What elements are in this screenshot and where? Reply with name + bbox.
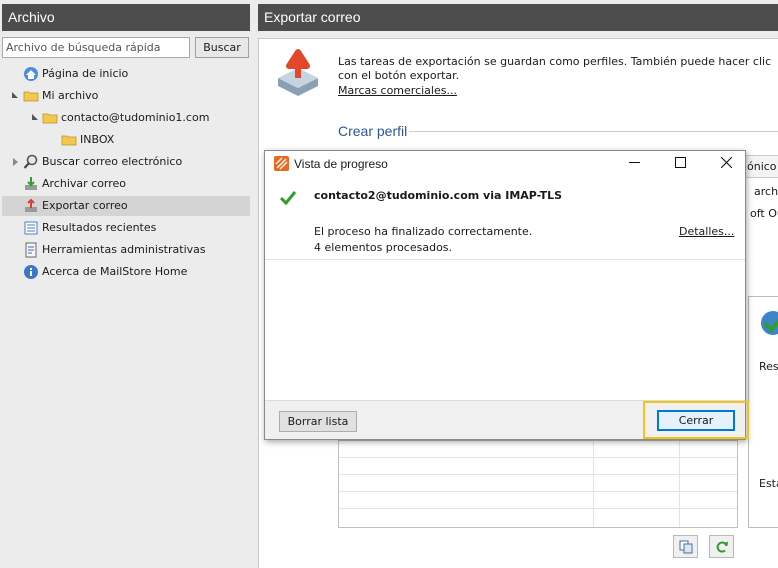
folder-icon — [23, 91, 39, 102]
success-check-icon — [280, 191, 296, 205]
expand-arrow-icon[interactable] — [12, 92, 18, 98]
close-window-button[interactable] — [703, 151, 749, 175]
clear-list-button[interactable]: Borrar lista — [279, 411, 357, 432]
progress-dialog: Vista de progreso contacto2@tudominio.co… — [264, 150, 749, 440]
sidebar-item-label: Mi archivo — [42, 89, 99, 102]
background-text: oft Ou — [750, 207, 778, 220]
sidebar-item-label: Acerca de MailStore Home — [42, 265, 188, 278]
page-title: Exportar correo — [258, 4, 778, 31]
expand-arrow-icon[interactable] — [13, 158, 18, 166]
globe-check-icon — [761, 311, 778, 335]
sidebar-item-label: Resultados recientes — [42, 221, 157, 234]
archive-mail-icon — [25, 177, 37, 190]
results-list-icon — [24, 221, 38, 235]
home-icon — [24, 67, 38, 81]
sidebar-item-label: Página de inicio — [42, 67, 129, 80]
background-text: archiv — [754, 185, 778, 198]
sidebar-item-label: Herramientas administrativas — [42, 243, 206, 256]
background-info-box: Res Esta — [748, 296, 778, 528]
background-tab-label: ónico — [747, 160, 777, 173]
details-link[interactable]: Detalles... — [679, 225, 734, 238]
info-text: Las tareas de exportación se guardan com… — [338, 55, 772, 82]
copy-icon — [679, 540, 693, 554]
refresh-icon — [716, 541, 728, 553]
info-icon — [24, 265, 38, 279]
sidebar-item-recent-results[interactable]: Resultados recientes — [2, 218, 250, 238]
quick-search-input[interactable] — [2, 37, 190, 58]
trademarks-link[interactable]: Marcas comerciales... — [338, 84, 457, 97]
sidebar-item-label: Buscar correo electrónico — [42, 155, 183, 168]
folder-icon — [61, 135, 77, 146]
sidebar-item-archive-mail[interactable]: Archivar correo — [2, 174, 250, 194]
profiles-table — [338, 440, 738, 528]
close-button[interactable]: Cerrar — [657, 410, 735, 431]
create-profile-heading: Crear perfil — [338, 123, 408, 139]
sidebar-item-label: contacto@tudominio1.com — [61, 111, 210, 124]
section-divider — [409, 131, 778, 132]
dialog-title: Vista de progreso — [294, 157, 388, 171]
close-icon — [721, 157, 732, 168]
sidebar-item-label: Exportar correo — [42, 199, 128, 212]
minimize-button[interactable] — [611, 151, 657, 175]
dialog-footer: Borrar lista Cerrar — [265, 400, 749, 439]
sidebar-item-label: Archivar correo — [42, 177, 127, 190]
sidebar-item-my-archive[interactable]: Mi archivo — [2, 86, 250, 106]
sidebar-header: Archivo — [2, 4, 250, 31]
background-text: Res — [759, 360, 778, 373]
maximize-button[interactable] — [657, 151, 703, 175]
sidebar-item-search-mail[interactable]: Buscar correo electrónico — [2, 152, 250, 172]
result-message: El proceso ha finalizado correctamente. — [314, 225, 533, 238]
dialog-divider — [265, 259, 745, 260]
admin-tools-icon — [25, 242, 37, 258]
refresh-button[interactable] — [709, 535, 734, 558]
app-logo-icon — [274, 156, 289, 171]
maximize-icon — [675, 157, 686, 168]
close-button-highlight: Cerrar — [643, 401, 749, 439]
background-text: Esta — [759, 477, 778, 490]
export-mail-icon — [25, 198, 37, 212]
export-large-icon — [278, 49, 318, 96]
folder-icon — [42, 113, 58, 124]
sidebar-item-home[interactable]: Página de inicio — [2, 64, 250, 84]
search-button[interactable]: Buscar — [195, 37, 249, 58]
sidebar-item-inbox[interactable]: INBOX — [2, 130, 250, 150]
sidebar-item-account[interactable]: contacto@tudominio1.com — [2, 108, 250, 128]
sidebar-item-label: INBOX — [80, 133, 115, 146]
sidebar-item-export-mail[interactable]: Exportar correo — [2, 196, 250, 216]
magnifier-icon — [23, 154, 38, 169]
sidebar-item-about[interactable]: Acerca de MailStore Home — [2, 262, 250, 282]
sidebar-item-admin-tools[interactable]: Herramientas administrativas — [2, 240, 250, 260]
expand-arrow-icon[interactable] — [32, 114, 38, 120]
minimize-icon — [629, 162, 640, 163]
copy-button[interactable] — [673, 535, 698, 558]
processed-count: 4 elementos procesados. — [314, 241, 453, 254]
account-label: contacto2@tudominio.com via IMAP-TLS — [314, 189, 563, 202]
